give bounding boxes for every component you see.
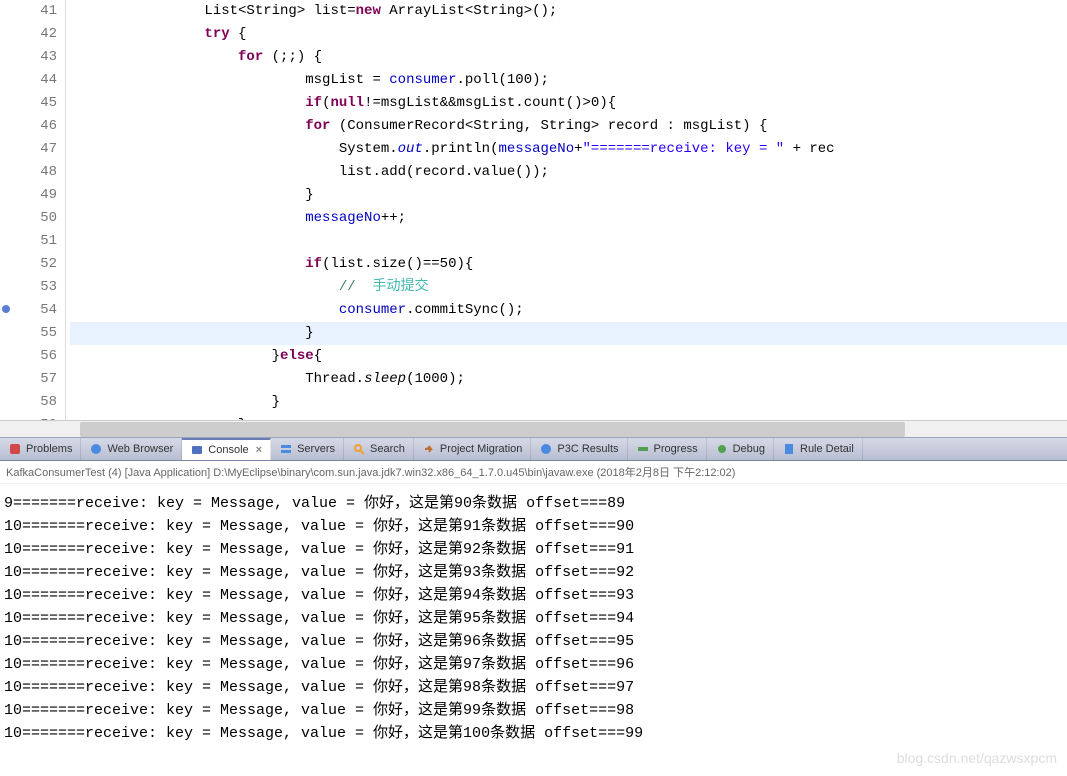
line-number: 44 bbox=[0, 69, 57, 92]
tab-label: Progress bbox=[654, 443, 698, 455]
code-line[interactable]: List<String> list=new ArrayList<String>(… bbox=[70, 0, 1067, 23]
line-number: 48 bbox=[0, 161, 57, 184]
line-number: 41 bbox=[0, 0, 57, 23]
tab-label: Web Browser bbox=[107, 443, 173, 455]
watermark-text: blog.csdn.net/qazwsxpcm bbox=[897, 747, 1057, 770]
server-icon bbox=[279, 442, 293, 456]
tab-label: Rule Detail bbox=[800, 443, 854, 455]
console-line: 10=======receive: key = Message, value =… bbox=[4, 561, 1067, 584]
console-line: 10=======receive: key = Message, value =… bbox=[4, 515, 1067, 538]
editor-horizontal-scrollbar[interactable] bbox=[0, 420, 1067, 437]
tab-label: Problems bbox=[26, 443, 72, 455]
debug-icon bbox=[715, 442, 729, 456]
console-line: 10=======receive: key = Message, value =… bbox=[4, 699, 1067, 722]
code-line[interactable]: if(list.size()==50){ bbox=[70, 253, 1067, 276]
p3c-icon bbox=[539, 442, 553, 456]
line-number: 58 bbox=[0, 391, 57, 414]
code-line[interactable]: } bbox=[70, 184, 1067, 207]
problems-icon bbox=[8, 442, 22, 456]
tab-web-browser[interactable]: Web Browser bbox=[81, 438, 182, 460]
code-content[interactable]: List<String> list=new ArrayList<String>(… bbox=[66, 0, 1067, 420]
console-icon bbox=[190, 443, 204, 457]
console-output[interactable]: 9=======receive: key = Message, value = … bbox=[0, 484, 1067, 776]
line-number: 46 bbox=[0, 115, 57, 138]
code-editor[interactable]: 41424344454647484950515253545556575859 L… bbox=[0, 0, 1067, 420]
line-number: 43 bbox=[0, 46, 57, 69]
console-process-header: KafkaConsumerTest (4) [Java Application]… bbox=[0, 461, 1067, 484]
code-line[interactable]: // 手动提交 bbox=[70, 276, 1067, 299]
line-number: 55 bbox=[0, 322, 57, 345]
code-line[interactable]: consumer.commitSync(); bbox=[70, 299, 1067, 322]
code-line[interactable]: System.out.println(messageNo+"=======rec… bbox=[70, 138, 1067, 161]
code-line[interactable]: for (;;) { bbox=[70, 46, 1067, 69]
tab-label: Servers bbox=[297, 443, 335, 455]
line-number-gutter: 41424344454647484950515253545556575859 bbox=[0, 0, 66, 420]
migrate-icon bbox=[422, 442, 436, 456]
code-line[interactable]: for (ConsumerRecord<String, String> reco… bbox=[70, 115, 1067, 138]
tab-p3c-results[interactable]: P3C Results bbox=[531, 438, 627, 460]
console-line: 10=======receive: key = Message, value =… bbox=[4, 630, 1067, 653]
bottom-panel-tabs: Problems Web Browser Console × Servers Search… bbox=[0, 437, 1067, 461]
code-line[interactable]: msgList = consumer.poll(100); bbox=[70, 69, 1067, 92]
close-icon[interactable]: × bbox=[256, 444, 262, 456]
scrollbar-thumb[interactable] bbox=[80, 422, 905, 437]
tab-console[interactable]: Console × bbox=[182, 438, 271, 460]
code-line[interactable]: list.add(record.value()); bbox=[70, 161, 1067, 184]
line-number: 56 bbox=[0, 345, 57, 368]
browser-icon bbox=[89, 442, 103, 456]
tab-rule-detail[interactable]: Rule Detail bbox=[774, 438, 863, 460]
tab-project-migration[interactable]: Project Migration bbox=[414, 438, 532, 460]
line-number: 52 bbox=[0, 253, 57, 276]
line-number: 49 bbox=[0, 184, 57, 207]
code-line[interactable]: messageNo++; bbox=[70, 207, 1067, 230]
tab-label: Search bbox=[370, 443, 405, 455]
line-number: 53 bbox=[0, 276, 57, 299]
code-line[interactable]: }else{ bbox=[70, 345, 1067, 368]
rule-icon bbox=[782, 442, 796, 456]
console-line: 10=======receive: key = Message, value =… bbox=[4, 607, 1067, 630]
line-number: 59 bbox=[0, 414, 57, 420]
tab-servers[interactable]: Servers bbox=[271, 438, 344, 460]
code-line[interactable]: } bbox=[70, 322, 1067, 345]
scrollbar-track[interactable] bbox=[80, 422, 997, 437]
console-line: 10=======receive: key = Message, value =… bbox=[4, 653, 1067, 676]
code-line[interactable]: if(null!=msgList&&msgList.count()>0){ bbox=[70, 92, 1067, 115]
console-line bbox=[4, 484, 1067, 492]
tab-label: Console bbox=[208, 444, 248, 456]
line-number: 42 bbox=[0, 23, 57, 46]
tab-problems[interactable]: Problems bbox=[0, 438, 81, 460]
code-line[interactable]: Thread.sleep(1000); bbox=[70, 368, 1067, 391]
tab-debug[interactable]: Debug bbox=[707, 438, 774, 460]
tab-label: Debug bbox=[733, 443, 765, 455]
code-line[interactable]: try { bbox=[70, 23, 1067, 46]
line-number: 47 bbox=[0, 138, 57, 161]
breakpoint-marker[interactable] bbox=[2, 305, 10, 313]
search-icon bbox=[352, 442, 366, 456]
progress-icon bbox=[636, 442, 650, 456]
console-line: 9=======receive: key = Message, value = … bbox=[4, 492, 1067, 515]
line-number: 51 bbox=[0, 230, 57, 253]
line-number: 50 bbox=[0, 207, 57, 230]
line-number: 45 bbox=[0, 92, 57, 115]
code-line[interactable] bbox=[70, 230, 1067, 253]
tab-label: Project Migration bbox=[440, 443, 523, 455]
console-line: 10=======receive: key = Message, value =… bbox=[4, 722, 1067, 745]
line-number: 54 bbox=[0, 299, 57, 322]
tab-label: P3C Results bbox=[557, 443, 618, 455]
line-number: 57 bbox=[0, 368, 57, 391]
console-line: 10=======receive: key = Message, value =… bbox=[4, 538, 1067, 561]
tab-search[interactable]: Search bbox=[344, 438, 414, 460]
console-line: 10=======receive: key = Message, value =… bbox=[4, 584, 1067, 607]
code-line[interactable]: } bbox=[70, 391, 1067, 414]
console-line: 10=======receive: key = Message, value =… bbox=[4, 676, 1067, 699]
tab-progress[interactable]: Progress bbox=[628, 438, 707, 460]
